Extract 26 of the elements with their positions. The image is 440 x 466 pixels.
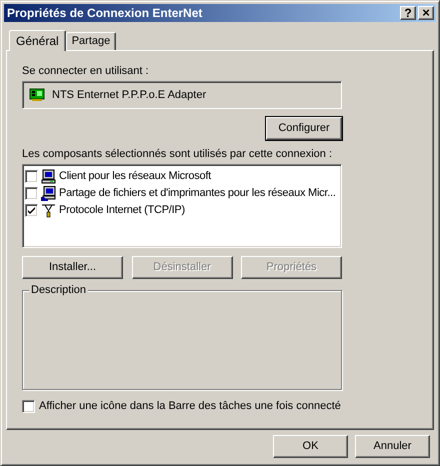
check-icon	[27, 206, 36, 216]
section-label: Les composants sélectionnés sont utilisés par cette connexion :	[22, 148, 334, 162]
configure-button[interactable]: Configurer	[266, 117, 342, 140]
shared-computer-icon	[41, 186, 56, 202]
checkbox[interactable]	[25, 170, 38, 184]
window-title: Propriétés de Connexion EnterNet	[7, 6, 204, 20]
help-button[interactable]: ?	[400, 6, 416, 20]
computer-icon	[41, 169, 56, 184]
close-button[interactable]: ×	[418, 6, 434, 20]
tab[interactable]: Partage	[66, 32, 116, 50]
network-cable-icon	[41, 203, 56, 218]
tab[interactable]: Général	[9, 30, 66, 51]
dialog-button[interactable]: OK	[273, 435, 348, 458]
dialog-button[interactable]: Annuler	[355, 435, 430, 458]
checkbox[interactable]	[25, 187, 38, 200]
action-button[interactable]: Installer...	[22, 256, 123, 280]
checkbox[interactable]	[25, 204, 38, 218]
checkbox[interactable]	[22, 400, 35, 413]
checkbox-label: Afficher une icône dans la Barre des tâches une fois connecté	[39, 400, 341, 413]
group-label: Description	[29, 284, 88, 298]
adapter-name: NTS Enternet P.P.P.o.E Adapter	[52, 88, 206, 102]
list-item-label: Protocole Internet (TCP/IP)	[59, 204, 185, 218]
list-item-label: Partage de fichiers et d'imprimantes pour les réseaux Micr...	[59, 187, 336, 200]
network-card-icon	[29, 88, 46, 102]
section-label: Se connecter en utilisant :	[22, 65, 150, 78]
list-item-label: Client pour les réseaux Microsoft	[59, 170, 211, 184]
